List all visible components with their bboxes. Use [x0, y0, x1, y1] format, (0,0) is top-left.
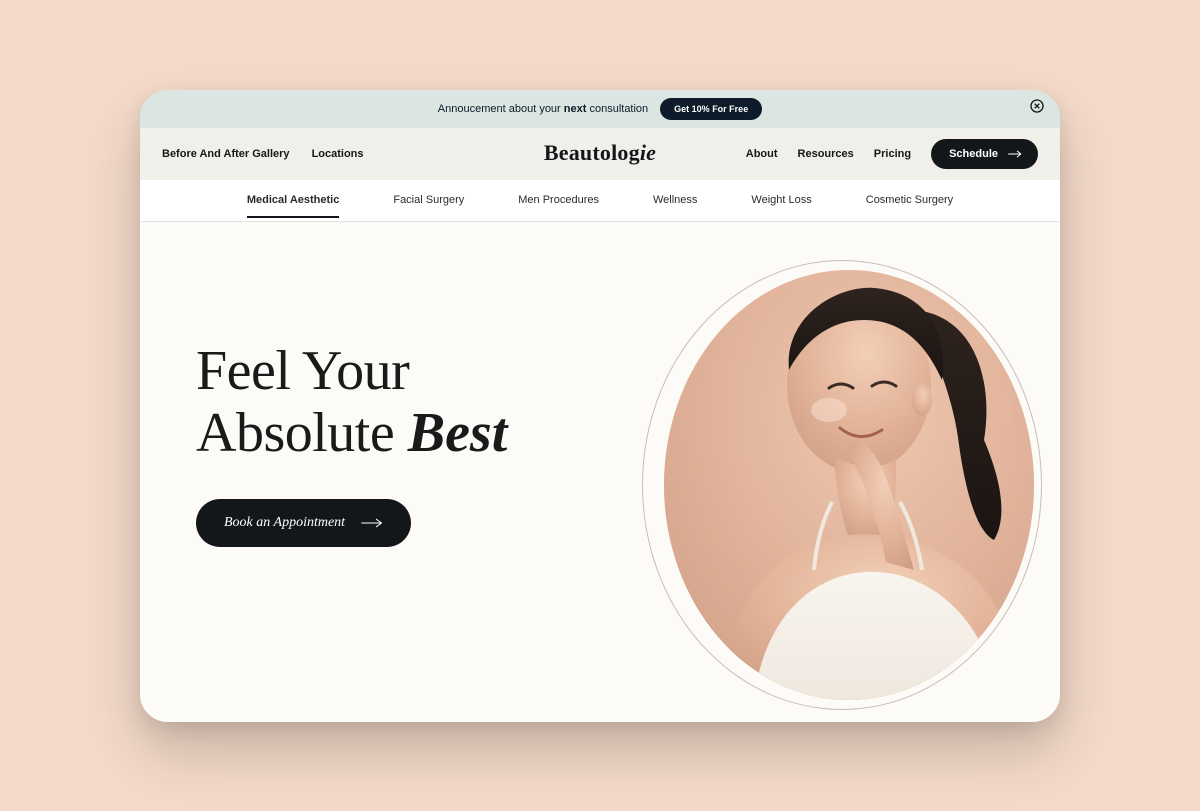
announcement-pill-label: Get 10% For Free	[674, 104, 748, 114]
cta-label: Book an Appointment	[224, 515, 345, 531]
hero-line-2-plain: Absolute	[196, 402, 408, 464]
hero-image-wrapper	[642, 260, 1042, 710]
hero-line-1: Feel Your	[196, 340, 409, 402]
subnav-item-cosmetic-surgery[interactable]: Cosmetic Surgery	[866, 182, 953, 218]
hero-heading: Feel Your Absolute Best	[196, 340, 716, 465]
header-right-links: About Resources Pricing Schedule	[746, 139, 1038, 169]
announcement-prefix: Annoucement about your	[438, 103, 564, 115]
subnav-item-wellness[interactable]: Wellness	[653, 182, 697, 218]
hero-line-2-emph: Best	[408, 402, 508, 464]
nav-link-resources[interactable]: Resources	[798, 148, 854, 160]
book-appointment-button[interactable]: Book an Appointment	[196, 499, 411, 547]
nav-link-locations[interactable]: Locations	[312, 148, 364, 160]
announcement-close-button[interactable]	[1028, 100, 1046, 118]
announcement-suffix: consultation	[586, 103, 648, 115]
header-left-links: Before And After Gallery Locations	[162, 148, 364, 160]
brand-text-italic: ie	[640, 140, 656, 165]
brand-logo[interactable]: Beautologie	[544, 140, 656, 166]
nav-link-pricing[interactable]: Pricing	[874, 148, 911, 160]
subnav-item-facial-surgery[interactable]: Facial Surgery	[393, 182, 464, 218]
close-icon	[1029, 98, 1045, 119]
schedule-label: Schedule	[949, 148, 998, 160]
schedule-button[interactable]: Schedule	[931, 139, 1038, 169]
announcement-text: Annoucement about your next consultation	[438, 103, 648, 115]
subnav-item-weight-loss[interactable]: Weight Loss	[751, 182, 811, 218]
subnav: Medical Aesthetic Facial Surgery Men Pro…	[140, 180, 1060, 222]
arrow-right-icon	[361, 517, 383, 529]
announcement-bold: next	[564, 103, 587, 115]
announcement-bar: Annoucement about your next consultation…	[140, 90, 1060, 128]
announcement-cta-pill[interactable]: Get 10% For Free	[660, 98, 762, 120]
nav-link-about[interactable]: About	[746, 148, 778, 160]
subnav-item-men-procedures[interactable]: Men Procedures	[518, 182, 599, 218]
arrow-right-icon	[1008, 149, 1022, 159]
brand-text-plain: Beautolog	[544, 140, 640, 165]
hero-content: Feel Your Absolute Best Book an Appointm…	[196, 340, 716, 547]
hero-section: Feel Your Absolute Best Book an Appointm…	[140, 222, 1060, 722]
nav-link-gallery[interactable]: Before And After Gallery	[162, 148, 290, 160]
header: Before And After Gallery Locations Beaut…	[140, 128, 1060, 180]
device-frame: Annoucement about your next consultation…	[140, 90, 1060, 722]
hero-image	[664, 270, 1034, 700]
subnav-item-medical-aesthetic[interactable]: Medical Aesthetic	[247, 182, 340, 218]
